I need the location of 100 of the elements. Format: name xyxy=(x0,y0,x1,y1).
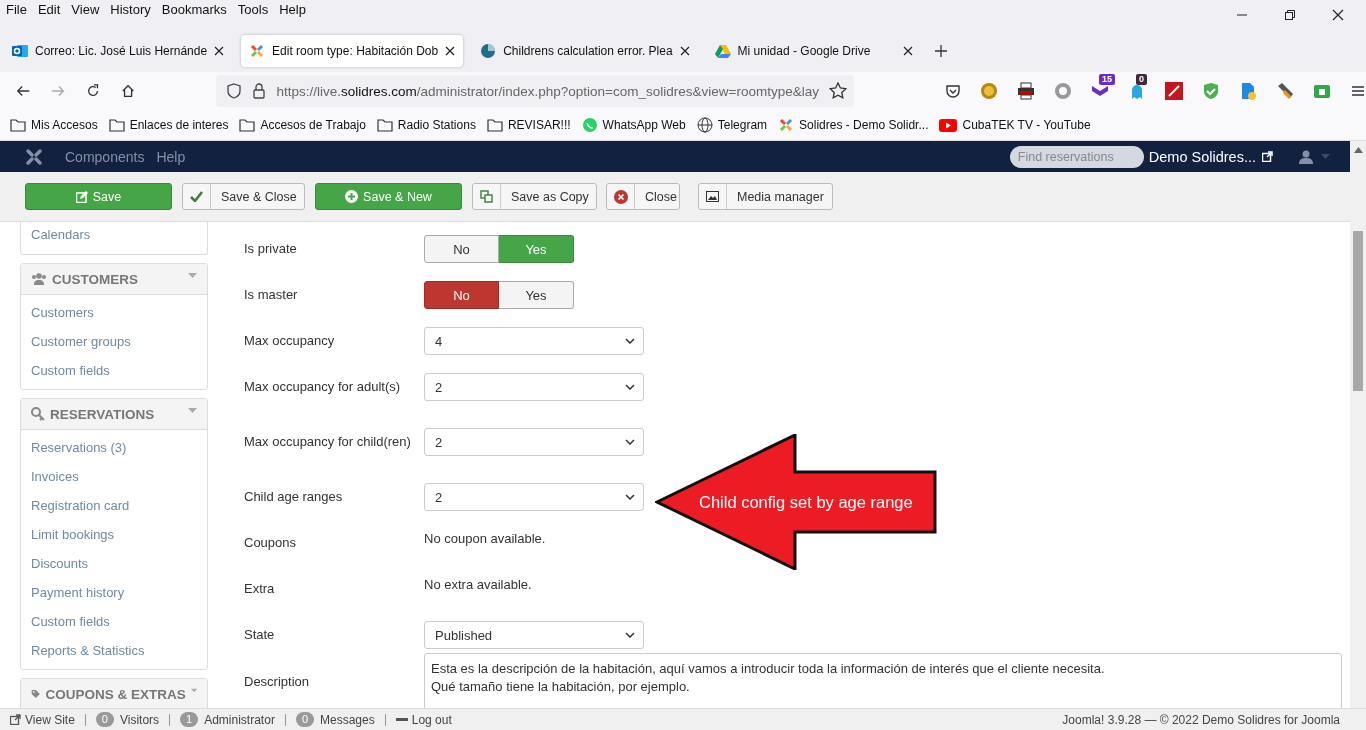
close-icon[interactable] xyxy=(445,46,456,56)
toolbar-button[interactable]: Save as Copy xyxy=(472,183,597,210)
pie-icon xyxy=(480,43,497,59)
shield-check-icon[interactable] xyxy=(1201,82,1220,100)
ticket-icon[interactable] xyxy=(1312,82,1331,100)
close-icon[interactable] xyxy=(679,46,690,56)
bookmark[interactable]: Enlaces de interes xyxy=(108,118,229,132)
coin-icon[interactable] xyxy=(979,82,998,100)
back-arrow-icon[interactable] xyxy=(16,83,31,99)
sidebar-link[interactable]: Invoices xyxy=(21,462,207,491)
logout-link[interactable]: Log out xyxy=(395,712,452,727)
joomla-logo-icon[interactable] xyxy=(25,147,43,166)
sidebar-link[interactable]: Reservations (3) xyxy=(21,433,207,462)
address-bar[interactable]: https://live.solidres.com/administrator/index.php?option=com_solidres&view=roomtype&lay xyxy=(216,75,854,107)
toolbar-button[interactable]: Media manager xyxy=(698,183,833,210)
sidebar-link[interactable]: Discounts xyxy=(21,549,207,578)
search-field[interactable]: Find reservations xyxy=(1009,145,1144,168)
bookmark[interactable]: Radio Stations xyxy=(376,118,476,132)
printer-icon[interactable] xyxy=(1016,82,1035,100)
menu-item[interactable]: Tools xyxy=(237,2,269,17)
caret-icon xyxy=(190,688,197,693)
field-label: Coupons xyxy=(244,534,298,552)
flower-icon xyxy=(778,117,795,133)
sidebar-link[interactable]: Custom fields xyxy=(21,356,207,385)
bookmark[interactable]: Accesos de Trabajo xyxy=(239,118,366,132)
sidebar-section-header[interactable]: COUPONS & EXTRAS xyxy=(21,679,207,708)
external-link-icon xyxy=(10,714,21,725)
folder-icon xyxy=(10,118,26,132)
bookmark[interactable]: CubaTEK TV - YouTube xyxy=(939,118,1091,132)
sidebar-section-header[interactable]: CUSTOMERS xyxy=(21,264,207,295)
select-field[interactable]: 4 xyxy=(424,327,644,355)
folder-icon xyxy=(486,118,503,132)
ring-icon[interactable] xyxy=(1053,82,1072,100)
close-icon[interactable] xyxy=(902,46,913,56)
reload-icon[interactable] xyxy=(86,83,101,99)
browser-tab[interactable]: Correo: Lic. José Luis Hernánde xyxy=(4,35,233,67)
bookmark[interactable]: Solidres - Demo Solidr... xyxy=(778,117,929,133)
wand-icon[interactable] xyxy=(1164,82,1183,100)
site-link[interactable]: Demo Solidres... xyxy=(1148,148,1256,165)
home-icon[interactable] xyxy=(121,83,136,99)
toolbar-button[interactable]: Save & Close xyxy=(182,183,305,210)
view-site-link[interactable]: View Site xyxy=(10,712,75,727)
user-icon[interactable] xyxy=(1299,149,1313,164)
toggle-option[interactable]: No xyxy=(424,235,499,263)
sidebar-link[interactable]: Calendars xyxy=(21,222,207,250)
select-field[interactable]: 2 xyxy=(424,483,644,511)
nav-menu-item[interactable]: Help xyxy=(156,148,186,165)
globe-icon xyxy=(696,117,713,133)
toggle-option[interactable]: Yes xyxy=(499,281,574,309)
menu-icon[interactable] xyxy=(1349,83,1366,99)
browser-tab[interactable]: Mi unidad - Google Drive xyxy=(706,35,921,67)
menu-item[interactable]: Bookmarks xyxy=(161,2,227,17)
menu-item[interactable]: History xyxy=(110,2,151,17)
caret-icon xyxy=(188,408,197,413)
close-icon[interactable] xyxy=(214,46,225,56)
select-field[interactable]: Published xyxy=(424,621,644,649)
status-link[interactable]: 1 Administrator xyxy=(180,712,275,727)
menu-item[interactable]: View xyxy=(71,2,100,17)
lock-icon xyxy=(252,83,267,99)
sidebar-section-header[interactable]: RESERVATIONS xyxy=(21,399,207,430)
select-field[interactable]: 2 xyxy=(424,428,644,456)
menu-item[interactable]: Edit xyxy=(37,2,61,17)
menu-item[interactable]: File xyxy=(6,2,27,17)
minus-icon xyxy=(395,717,408,722)
bookmark[interactable]: REVISAR!!! xyxy=(486,118,571,132)
scrollbar[interactable] xyxy=(1350,141,1366,708)
browser-tab[interactable]: Edit room type: Habitación Dob xyxy=(241,35,464,67)
sidebar-link[interactable]: Payment history xyxy=(21,578,207,607)
plus-icon[interactable] xyxy=(933,44,948,58)
sidebar-link[interactable]: Registration card xyxy=(21,491,207,520)
scroll-up-icon[interactable] xyxy=(1353,147,1363,153)
select-field[interactable]: 2 xyxy=(424,373,644,401)
sidebar-link[interactable]: Reports & Statistics xyxy=(21,636,207,665)
bookmark[interactable]: Mis Accesos xyxy=(10,118,98,132)
external-link-icon[interactable] xyxy=(1262,151,1273,162)
toggle-option[interactable]: No xyxy=(424,281,499,309)
browser-tab[interactable]: Childrens calculation error. Plea xyxy=(472,35,698,67)
bookmark[interactable]: WhatsApp Web xyxy=(581,117,686,133)
sidebar-link[interactable]: Customers xyxy=(21,298,207,327)
folder-icon xyxy=(376,118,393,132)
menu-item[interactable]: Help xyxy=(279,2,306,17)
pocket-icon[interactable] xyxy=(944,83,961,99)
star-icon[interactable] xyxy=(828,82,847,100)
chevron-down-icon xyxy=(625,384,635,390)
field-label: Max occupancy for adult(s) xyxy=(244,378,402,396)
status-link[interactable]: 0 Visitors xyxy=(95,712,160,727)
nav-menu-item[interactable]: Components xyxy=(65,148,145,165)
toolbar-button[interactable]: Close xyxy=(606,183,680,210)
sidebar-link[interactable]: Custom fields xyxy=(21,607,207,636)
status-link[interactable]: 0 Messages xyxy=(295,712,375,727)
sidebar-link[interactable]: Customer groups xyxy=(21,327,207,356)
chevron-down-icon xyxy=(625,338,635,344)
scroll-thumb[interactable] xyxy=(1353,231,1363,391)
checkmark-icon xyxy=(190,191,203,202)
folder-icon xyxy=(108,118,125,132)
caret-icon xyxy=(188,273,197,278)
sidebar-link[interactable]: Limit bookings xyxy=(21,520,207,549)
bookmark[interactable]: Telegram xyxy=(696,117,768,133)
close-icon[interactable] xyxy=(1332,9,1344,21)
restore-icon[interactable] xyxy=(1284,9,1296,21)
